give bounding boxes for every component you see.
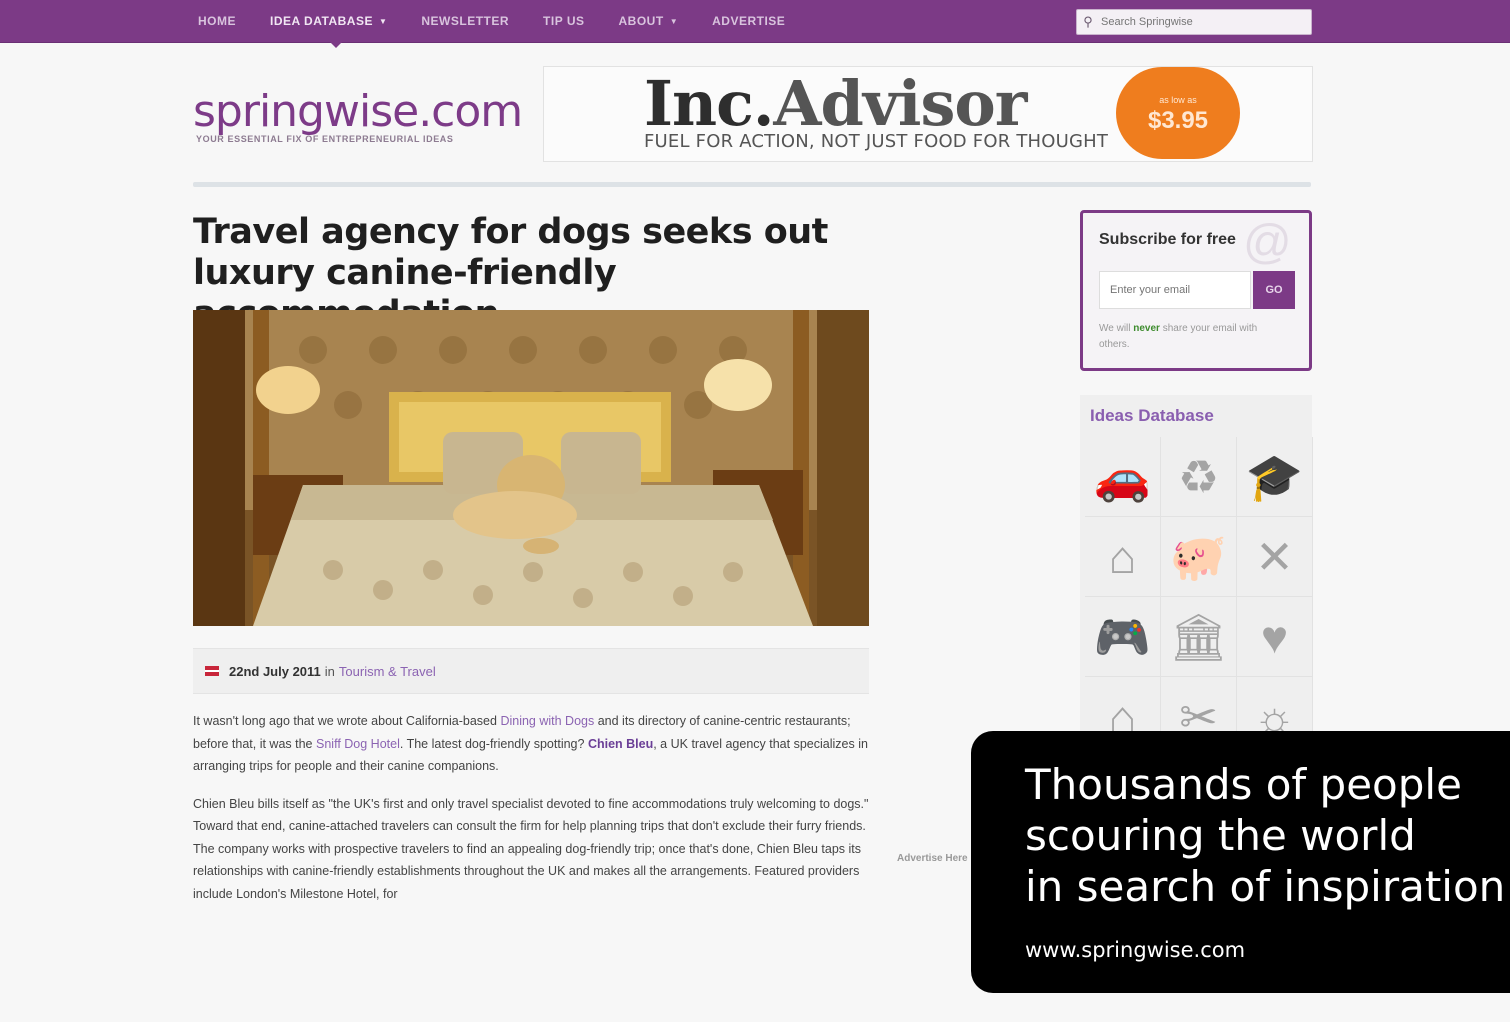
uk-flag-icon (205, 666, 219, 676)
email-field[interactable] (1099, 271, 1251, 309)
car-icon[interactable]: 🚗 (1085, 437, 1161, 517)
graduation-cap-icon[interactable]: 🎓 (1237, 437, 1313, 517)
ad-title-advisor: Advisor (773, 67, 1027, 140)
nav-item-tip-us[interactable]: TIP US (543, 14, 584, 28)
fork-knife-icon[interactable]: ✕ (1237, 517, 1313, 597)
subscribe-privacy-note: We will never share your email with othe… (1099, 321, 1289, 353)
inline-link[interactable]: Sniff Dog Hotel (316, 737, 400, 751)
nav-item-newsletter[interactable]: NEWSLETTER (421, 14, 509, 28)
article-body: It wasn't long ago that we wrote about C… (193, 710, 869, 920)
promo-overlay-card: Thousands of people scouring the world i… (971, 731, 1510, 993)
ad-badge-label: as low as (1159, 95, 1197, 105)
search-box[interactable]: ⚲ (1076, 9, 1312, 35)
article-meta-in: in (324, 663, 335, 679)
nav-item-label: TIP US (543, 14, 585, 28)
ad-title: Inc.Advisor (644, 67, 1027, 140)
article-meta: 22nd July 2011 in Tourism & Travel (193, 648, 869, 694)
photo-dog-on-bed (193, 310, 869, 626)
nav-item-label: NEWSLETTER (421, 14, 510, 28)
nav-item-label: IDEA DATABASE (270, 14, 373, 28)
ideas-database-panel: Ideas Database 🚗 ♻ 🎓 ⌂ 🐖 ✕ 🎮 🏛 ♥ ⌂ ✂ ☼ (1080, 395, 1313, 757)
nav-item-label: ADVERTISE (712, 14, 786, 28)
ad-banner[interactable]: Inc.Advisor FUEL FOR ACTION, NOT JUST FO… (543, 66, 1313, 162)
page: HOME IDEA DATABASE ▼ NEWSLETTER TIP US ABOUT ▼… (0, 0, 1510, 1022)
ideas-category-grid: 🚗 ♻ 🎓 ⌂ 🐖 ✕ 🎮 🏛 ♥ ⌂ ✂ ☼ (1085, 437, 1313, 757)
search-icon: ⚲ (1083, 14, 1093, 29)
nav-item-home[interactable]: HOME (198, 14, 236, 28)
paragraph-text: It wasn't long ago that we wrote about C… (193, 714, 501, 728)
bank-building-icon[interactable]: 🏛 (1161, 597, 1237, 677)
inline-link[interactable]: Chien Bleu (588, 737, 653, 751)
article-date: 22nd July 2011 (229, 663, 321, 679)
nav-item-about[interactable]: ABOUT ▼ (619, 14, 679, 28)
site-tagline: YOUR ESSENTIAL FIX OF ENTREPRENEURIAL ID… (196, 134, 454, 144)
gamepad-icon[interactable]: 🎮 (1085, 597, 1161, 677)
ad-title-inc: Inc. (644, 67, 774, 140)
inline-link-text: Chien Bleu (587, 736, 654, 751)
nav-item-label: HOME (198, 14, 236, 28)
nav-item-label: ABOUT (618, 14, 664, 28)
at-sign-icon: @ (1243, 216, 1292, 269)
ad-price-badge: as low as $3.95 (1116, 67, 1240, 159)
recycle-icon[interactable]: ♻ (1161, 437, 1237, 517)
ideas-database-title: Ideas Database (1090, 406, 1214, 425)
header-divider (193, 182, 1311, 187)
article-paragraph-2: Chien Bleu bills itself as "the UK's fir… (193, 796, 869, 901)
ad-badge-price: $3.95 (1147, 107, 1209, 134)
top-navigation: HOME IDEA DATABASE ▼ NEWSLETTER TIP US ABOUT ▼… (0, 0, 1510, 43)
privacy-note-pre: We will (1099, 323, 1134, 334)
piggy-bank-icon[interactable]: 🐖 (1161, 517, 1237, 597)
advertise-here-link[interactable]: Advertise Here (897, 853, 968, 864)
search-input[interactable] (1099, 15, 1303, 29)
active-nav-pointer (330, 42, 342, 48)
subscribe-title: Subscribe for free (1099, 231, 1236, 248)
article-paragraph-1: It wasn't long ago that we wrote about C… (193, 710, 869, 778)
promo-url: www.springwise.com (1025, 938, 1246, 962)
paragraph-text: . The latest dog-friendly spotting? (399, 736, 588, 751)
subscribe-box: @ Subscribe for free GO We will never sh… (1080, 210, 1312, 371)
nav-items: HOME IDEA DATABASE ▼ NEWSLETTER TIP US ABOUT ▼… (198, 0, 785, 42)
site-logo[interactable]: springwise.com (193, 86, 523, 137)
clothes-hanger-icon[interactable]: ⌂ (1085, 517, 1161, 597)
subscribe-go-button[interactable]: GO (1253, 271, 1295, 309)
inline-link[interactable]: Dining with Dogs (500, 714, 594, 728)
heart-icon[interactable]: ♥ (1237, 597, 1313, 677)
caret-down-icon: ▼ (669, 16, 679, 26)
nav-item-idea-database[interactable]: IDEA DATABASE ▼ (270, 14, 387, 28)
article-category-link[interactable]: Tourism & Travel (339, 664, 436, 679)
caret-down-icon: ▼ (378, 16, 388, 26)
ad-subtitle: FUEL FOR ACTION, NOT JUST FOOD FOR THOUG… (644, 131, 1109, 152)
promo-headline: Thousands of people scouring the world i… (1025, 760, 1506, 911)
article-photo (193, 310, 869, 626)
nav-item-advertise[interactable]: ADVERTISE (712, 14, 785, 28)
privacy-note-never: never (1133, 323, 1160, 334)
